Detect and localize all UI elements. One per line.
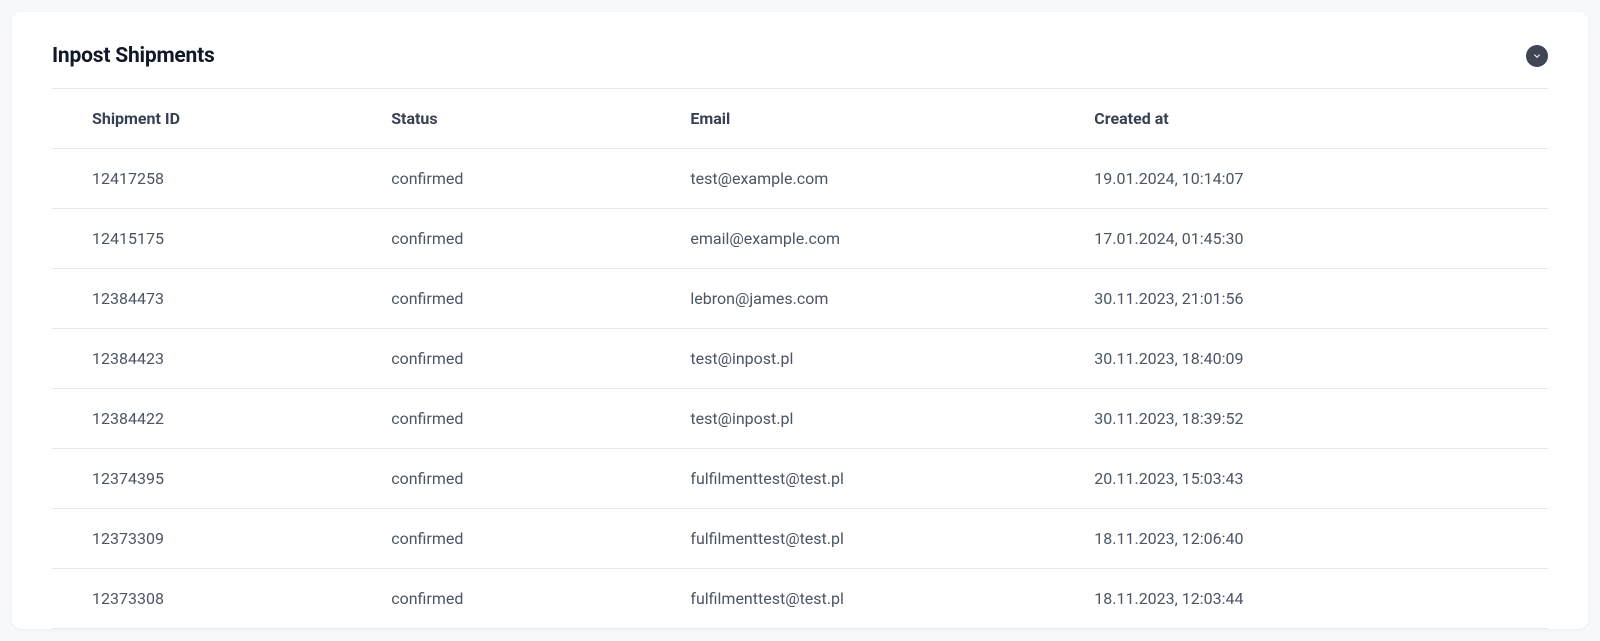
cell-status: confirmed	[351, 149, 650, 209]
cell-status: confirmed	[351, 389, 650, 449]
download-arrow-icon	[1531, 49, 1543, 64]
cell-created-at: 30.11.2023, 18:40:09	[1054, 329, 1548, 389]
card-title: Inpost Shipments	[52, 44, 215, 68]
cell-shipment-id: 12415175	[52, 209, 351, 269]
cell-shipment-id: 12384423	[52, 329, 351, 389]
cell-created-at: 18.11.2023, 12:03:44	[1054, 569, 1548, 629]
cell-created-at: 17.01.2024, 01:45:30	[1054, 209, 1548, 269]
cell-email: fulfilmenttest@test.pl	[650, 449, 1054, 509]
table-header-row: Shipment ID Status Email Created at	[52, 89, 1548, 149]
cell-shipment-id: 12374395	[52, 449, 351, 509]
cell-status: confirmed	[351, 569, 650, 629]
cell-email: email@example.com	[650, 209, 1054, 269]
cell-created-at: 18.11.2023, 12:06:40	[1054, 509, 1548, 569]
table-row[interactable]: 12417258 confirmed test@example.com 19.0…	[52, 149, 1548, 209]
cell-email: lebron@james.com	[650, 269, 1054, 329]
cell-shipment-id: 12373309	[52, 509, 351, 569]
cell-created-at: 30.11.2023, 18:39:52	[1054, 389, 1548, 449]
cell-shipment-id: 12384473	[52, 269, 351, 329]
card-header: Inpost Shipments	[52, 44, 1548, 89]
cell-status: confirmed	[351, 329, 650, 389]
table-row[interactable]: 12374395 confirmed fulfilmenttest@test.p…	[52, 449, 1548, 509]
header-email[interactable]: Email	[650, 89, 1054, 149]
cell-created-at: 19.01.2024, 10:14:07	[1054, 149, 1548, 209]
table-row[interactable]: 12415175 confirmed email@example.com 17.…	[52, 209, 1548, 269]
header-status[interactable]: Status	[351, 89, 650, 149]
download-button[interactable]	[1526, 45, 1548, 67]
header-created-at[interactable]: Created at	[1054, 89, 1548, 149]
cell-email: test@example.com	[650, 149, 1054, 209]
cell-email: test@inpost.pl	[650, 329, 1054, 389]
cell-email: fulfilmenttest@test.pl	[650, 569, 1054, 629]
cell-created-at: 30.11.2023, 21:01:56	[1054, 269, 1548, 329]
cell-shipment-id: 12384422	[52, 389, 351, 449]
table-body: 12417258 confirmed test@example.com 19.0…	[52, 149, 1548, 629]
cell-status: confirmed	[351, 269, 650, 329]
cell-created-at: 20.11.2023, 15:03:43	[1054, 449, 1548, 509]
cell-shipment-id: 12373308	[52, 569, 351, 629]
shipments-card: Inpost Shipments Shipment ID Status Emai…	[12, 12, 1588, 629]
table-row[interactable]: 12373309 confirmed fulfilmenttest@test.p…	[52, 509, 1548, 569]
cell-email: test@inpost.pl	[650, 389, 1054, 449]
cell-status: confirmed	[351, 449, 650, 509]
cell-status: confirmed	[351, 509, 650, 569]
cell-status: confirmed	[351, 209, 650, 269]
table-row[interactable]: 12373308 confirmed fulfilmenttest@test.p…	[52, 569, 1548, 629]
table-row[interactable]: 12384423 confirmed test@inpost.pl 30.11.…	[52, 329, 1548, 389]
cell-email: fulfilmenttest@test.pl	[650, 509, 1054, 569]
table-row[interactable]: 12384422 confirmed test@inpost.pl 30.11.…	[52, 389, 1548, 449]
header-shipment-id[interactable]: Shipment ID	[52, 89, 351, 149]
shipments-table: Shipment ID Status Email Created at 1241…	[52, 89, 1548, 629]
table-row[interactable]: 12384473 confirmed lebron@james.com 30.1…	[52, 269, 1548, 329]
cell-shipment-id: 12417258	[52, 149, 351, 209]
